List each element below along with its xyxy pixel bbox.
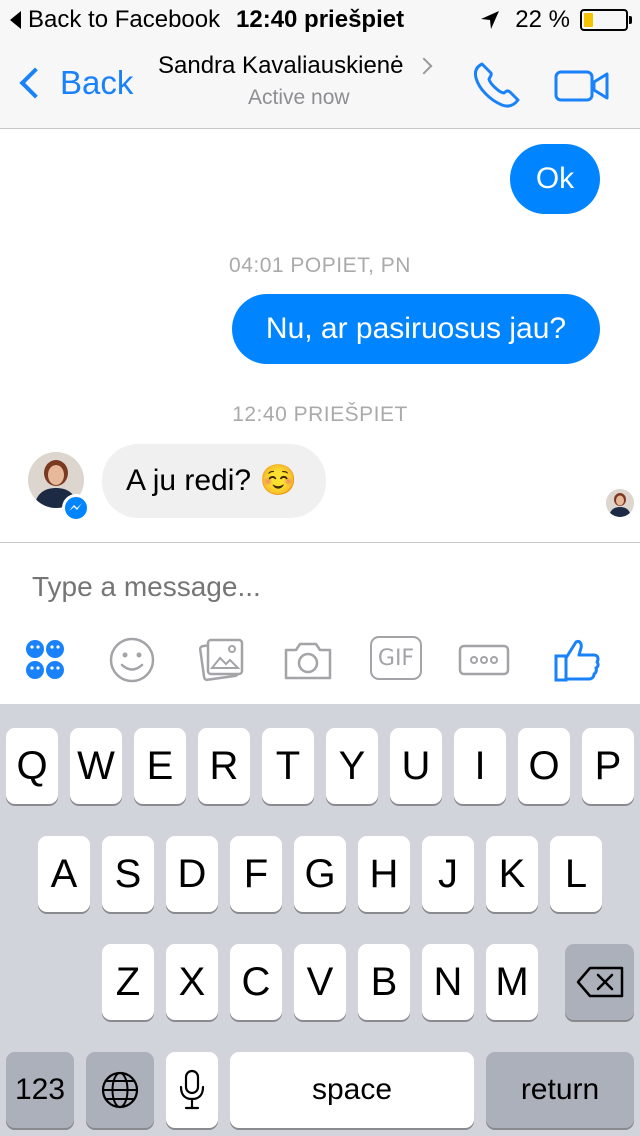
person-avatar-icon <box>606 489 634 517</box>
gallery-icon[interactable] <box>196 636 248 684</box>
key-q[interactable]: Q <box>6 728 58 804</box>
messenger-badge-icon <box>62 494 90 522</box>
back-to-facebook-label: Back to Facebook <box>28 6 221 33</box>
message-input[interactable] <box>32 571 592 603</box>
contact-name: Sandra Kavaliauskienė <box>158 52 404 79</box>
key-l[interactable]: L <box>550 836 602 912</box>
conversation-header: Back Sandra Kavaliauskienė Active now <box>0 40 640 129</box>
status-time: 12:40 priešpiet <box>236 6 405 33</box>
key-y[interactable]: Y <box>326 728 378 804</box>
key-w[interactable]: W <box>70 728 122 804</box>
key-p[interactable]: P <box>582 728 634 804</box>
key-numbers[interactable]: 123 <box>6 1052 74 1128</box>
globe-icon <box>101 1071 139 1109</box>
key-r[interactable]: R <box>198 728 250 804</box>
outgoing-message[interactable]: Ok <box>510 144 600 214</box>
chevron-left-icon <box>19 67 51 99</box>
key-u[interactable]: U <box>390 728 442 804</box>
phone-call-icon[interactable] <box>470 60 524 110</box>
key-m[interactable]: M <box>486 944 538 1020</box>
key-n[interactable]: N <box>422 944 474 1020</box>
key-j[interactable]: J <box>422 836 474 912</box>
key-globe[interactable] <box>86 1052 154 1128</box>
back-triangle-icon <box>10 11 21 29</box>
video-call-icon[interactable] <box>554 66 610 106</box>
key-dictation[interactable] <box>166 1052 218 1128</box>
battery-level <box>584 13 593 27</box>
back-to-facebook-link[interactable]: Back to Facebook <box>10 6 220 34</box>
key-a[interactable]: A <box>38 836 90 912</box>
like-icon[interactable] <box>552 636 604 684</box>
microphone-icon <box>179 1069 205 1110</box>
key-x[interactable]: X <box>166 944 218 1020</box>
key-v[interactable]: V <box>294 944 346 1020</box>
key-f[interactable]: F <box>230 836 282 912</box>
smiling-emoji: ☺️ <box>259 464 297 497</box>
stickers-icon[interactable] <box>20 636 72 684</box>
back-button[interactable]: Back <box>16 64 133 102</box>
message-timestamp: 04:01 POPIET, PN <box>229 254 411 277</box>
status-right: 22 % <box>479 6 632 34</box>
location-arrow-icon <box>481 11 500 29</box>
gif-label: GIF <box>370 636 422 680</box>
more-icon[interactable] <box>458 636 510 684</box>
seen-indicator-avatar <box>606 489 634 517</box>
incoming-message[interactable]: A ju redi? ☺️ <box>102 444 326 518</box>
key-z[interactable]: Z <box>102 944 154 1020</box>
key-b[interactable]: B <box>358 944 410 1020</box>
key-k[interactable]: K <box>486 836 538 912</box>
key-d[interactable]: D <box>166 836 218 912</box>
incoming-message-text: A ju redi? <box>126 464 252 497</box>
key-s[interactable]: S <box>102 836 154 912</box>
key-space[interactable]: space <box>230 1052 474 1128</box>
battery-percent: 22 % <box>515 6 570 33</box>
back-button-label: Back <box>60 64 134 101</box>
key-g[interactable]: G <box>294 836 346 912</box>
key-c[interactable]: C <box>230 944 282 1020</box>
status-bar: Back to Facebook 12:40 priešpiet 22 % <box>0 0 640 40</box>
key-t[interactable]: T <box>262 728 314 804</box>
contact-name-button[interactable]: Sandra Kavaliauskienė <box>158 52 432 80</box>
outgoing-message[interactable]: Nu, ar pasiruosus jau? <box>232 294 600 364</box>
message-timestamp: 12:40 PRIEŠPIET <box>232 403 408 426</box>
key-o[interactable]: O <box>518 728 570 804</box>
key-backspace[interactable] <box>565 944 634 1020</box>
active-status: Active now <box>248 86 350 109</box>
gif-button[interactable]: GIF <box>370 636 422 684</box>
chevron-right-icon <box>415 57 432 75</box>
camera-icon[interactable] <box>282 636 334 684</box>
keyboard: QWERTYUIOP ASDFGHJKL ZXCVBNM 123 space r… <box>0 704 640 1136</box>
key-i[interactable]: I <box>454 728 506 804</box>
key-return[interactable]: return <box>486 1052 634 1128</box>
key-e[interactable]: E <box>134 728 186 804</box>
emoji-icon[interactable] <box>106 636 158 684</box>
battery-icon <box>580 9 632 31</box>
message-composer: GIF <box>0 542 640 704</box>
backspace-icon <box>576 966 623 998</box>
key-h[interactable]: H <box>358 836 410 912</box>
